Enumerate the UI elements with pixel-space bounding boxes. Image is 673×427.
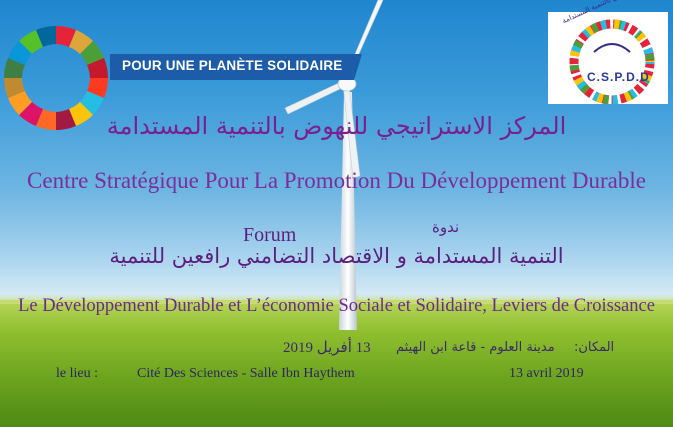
place-french: Cité Des Sciences - Salle Ibn Haythem — [137, 366, 355, 381]
event-theme-french: Le Développement Durable et L’économie S… — [18, 296, 655, 316]
arabic-title: المركز الاستراتيجي للنهوض بالتنمية المست… — [106, 112, 567, 140]
event-theme-arabic: التنمية المستدامة و الاقتصاد التضامني را… — [109, 244, 564, 268]
place-arabic: مدينة العلوم - قاعة ابن الهيثم — [396, 340, 555, 355]
cspdd-logo — [548, 12, 668, 105]
date-arabic: 13 أفريل 2019 — [283, 340, 371, 356]
sdg-banner-text: POUR UNE PLANÈTE SOLIDAIRE — [122, 58, 343, 73]
cspdd-emblem-icon — [569, 19, 655, 105]
date-french: 13 avril 2019 — [509, 366, 584, 381]
event-type-arabic: ندوة — [432, 218, 460, 236]
cspdd-abbreviation: C.S.P.D.D — [587, 70, 650, 84]
french-title: Centre Stratégique Pour La Promotion Du … — [27, 168, 646, 193]
place-label-arabic: المكان: — [574, 340, 615, 355]
place-label-french: le lieu : — [56, 366, 98, 381]
